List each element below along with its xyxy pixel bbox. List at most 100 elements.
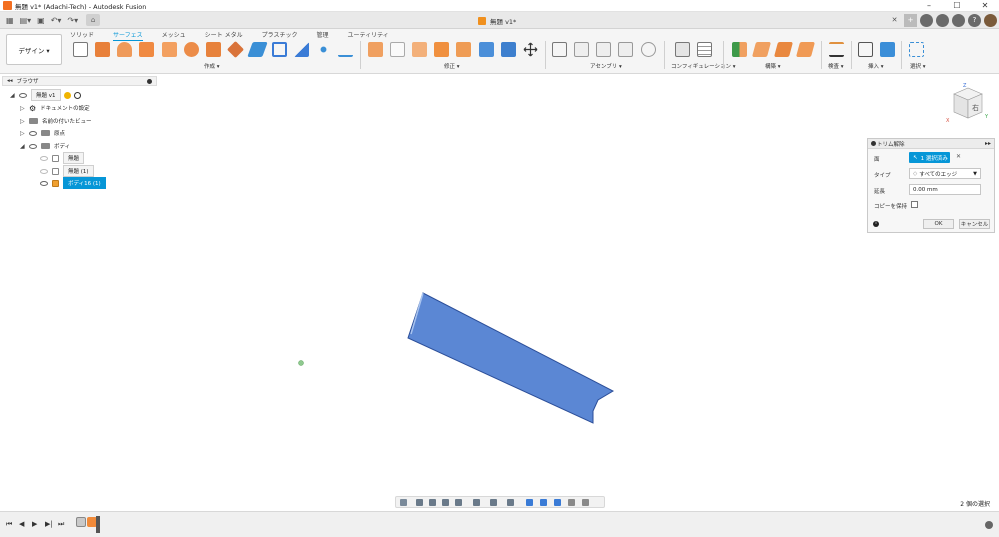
zoom-icon[interactable] — [442, 499, 449, 506]
tab-manage[interactable]: 管理 — [316, 30, 328, 41]
group-create[interactable]: 作成 ▾ — [204, 62, 220, 70]
spline-surface-icon[interactable] — [338, 42, 353, 57]
pattern-icon[interactable] — [316, 42, 331, 57]
configure-icon[interactable] — [675, 42, 690, 57]
close-tab-icon[interactable]: ✕ — [888, 14, 901, 27]
look-at-icon[interactable] — [416, 499, 423, 506]
tangent-plane-icon[interactable] — [773, 42, 794, 57]
tab-sheet-metal[interactable]: シート メタル — [205, 30, 243, 41]
viewports-icon[interactable] — [507, 499, 514, 506]
insert-derive-icon[interactable] — [858, 42, 873, 57]
timeline-marker[interactable] — [96, 516, 100, 533]
step-forward-icon[interactable]: ▶| — [45, 520, 53, 528]
new-component-icon[interactable] — [552, 42, 567, 57]
origin-point[interactable] — [298, 360, 304, 366]
minimize-button[interactable]: – — [915, 0, 943, 12]
midplane-icon[interactable] — [795, 42, 816, 57]
offset-plane-icon[interactable] — [732, 42, 747, 57]
tab-solid[interactable]: ソリッド — [70, 30, 94, 41]
sweep-icon[interactable] — [139, 42, 154, 57]
joint-icon[interactable] — [574, 42, 589, 57]
section-analysis-icon[interactable] — [554, 499, 561, 506]
play-icon[interactable]: ▶ — [32, 520, 37, 528]
untrim-icon[interactable] — [456, 42, 471, 57]
revolve-icon[interactable] — [117, 42, 132, 57]
file-menu-icon[interactable]: ▤▾ — [20, 16, 32, 25]
group-assemble[interactable]: アセンブリ ▾ — [590, 62, 622, 70]
create-sketch-icon[interactable] — [73, 42, 88, 57]
group-inspect[interactable]: 検査 ▾ — [828, 62, 844, 70]
joint-origin-icon[interactable] — [618, 42, 633, 57]
timeline-feature-body[interactable] — [76, 517, 86, 527]
group-construct[interactable]: 構築 ▾ — [765, 62, 781, 70]
tab-surface[interactable]: サーフェス — [113, 30, 143, 41]
patch-icon[interactable] — [184, 42, 199, 57]
group-select[interactable]: 選択 ▾ — [910, 62, 926, 70]
clear-selection-icon[interactable]: ✕ — [956, 153, 961, 160]
redo-icon[interactable]: ↷▾ — [67, 16, 78, 25]
group-insert[interactable]: 挿入 ▾ — [868, 62, 884, 70]
workspace-switcher-button[interactable]: デザイン ▾ — [6, 34, 62, 65]
display-settings-icon[interactable] — [473, 499, 480, 506]
selection-filter-icon[interactable] — [540, 499, 547, 506]
close-window-button[interactable]: ✕ — [971, 0, 999, 12]
extend-icon[interactable] — [434, 42, 449, 57]
expand-dialog-icon[interactable]: ▸▸ — [985, 140, 991, 147]
design-canvas[interactable] — [0, 74, 999, 511]
dialog-header[interactable]: トリム解除 ▸▸ — [868, 139, 994, 149]
environment-icon[interactable] — [568, 499, 575, 506]
document-tab[interactable]: 無題 v1* — [478, 14, 516, 27]
as-built-joint-icon[interactable] — [596, 42, 611, 57]
orbit-icon[interactable] — [400, 499, 407, 506]
loft-icon[interactable] — [162, 42, 177, 57]
help-icon[interactable]: ? — [968, 14, 981, 27]
plane-at-angle-icon[interactable] — [751, 42, 772, 57]
timeline-settings-gear-icon[interactable] — [985, 521, 993, 529]
grid-settings-icon[interactable] — [490, 499, 497, 506]
surface-body[interactable] — [407, 292, 615, 424]
home-icon[interactable]: ⌂ — [86, 14, 101, 26]
step-back-icon[interactable]: ◀ — [19, 520, 24, 528]
group-modify[interactable]: 修正 ▾ — [444, 62, 460, 70]
unstitch-icon[interactable] — [501, 42, 516, 57]
pan-icon[interactable] — [429, 499, 436, 506]
extensions-icon[interactable] — [920, 14, 933, 27]
app-grid-icon[interactable]: ▦ — [6, 16, 14, 25]
maximize-button[interactable]: ☐ — [943, 0, 971, 12]
keep-copy-checkbox[interactable] — [911, 201, 918, 208]
boundary-fill-icon[interactable] — [272, 42, 287, 57]
extend-distance-input[interactable]: 0.00 mm — [909, 184, 981, 195]
ruled-icon[interactable] — [206, 42, 221, 57]
pyramid-icon[interactable] — [294, 42, 309, 57]
trim-icon[interactable] — [412, 42, 427, 57]
effects-icon[interactable] — [582, 499, 589, 506]
cancel-button[interactable]: キャンセル — [959, 219, 990, 229]
job-status-icon[interactable] — [936, 14, 949, 27]
offset-icon[interactable] — [227, 41, 244, 58]
shaded-view-icon[interactable] — [526, 499, 533, 506]
move-copy-icon[interactable] — [523, 42, 538, 57]
stitch-icon[interactable] — [479, 42, 494, 57]
ok-button[interactable]: OK — [923, 219, 954, 229]
table-icon[interactable] — [697, 42, 712, 57]
new-tab-icon[interactable]: + — [904, 14, 917, 27]
type-dropdown[interactable]: ◇ すべてのエッジ ▼ — [909, 168, 981, 179]
edge-tool-icon[interactable] — [368, 42, 383, 57]
user-avatar[interactable] — [984, 14, 997, 27]
undo-icon[interactable]: ↶▾ — [51, 16, 62, 25]
delete-face-icon[interactable] — [390, 42, 405, 57]
select-box-icon[interactable] — [909, 42, 924, 57]
face-selection-button[interactable]: ↖ 1 選択済み — [909, 152, 950, 163]
measure-icon[interactable] — [829, 42, 844, 57]
tab-mesh[interactable]: メッシュ — [162, 30, 186, 41]
group-configuration[interactable]: コンフィギュレーション ▾ — [671, 62, 736, 70]
notifications-icon[interactable] — [952, 14, 965, 27]
info-icon[interactable]: i — [873, 221, 879, 227]
thicken-icon[interactable] — [247, 42, 268, 57]
fit-icon[interactable] — [455, 499, 462, 506]
save-icon[interactable]: ▣ — [37, 16, 45, 25]
motion-link-icon[interactable] — [641, 42, 656, 57]
tab-plastic[interactable]: プラスチック — [262, 30, 298, 41]
insert-image-icon[interactable] — [880, 42, 895, 57]
go-to-end-icon[interactable]: ⏭ — [58, 520, 64, 529]
